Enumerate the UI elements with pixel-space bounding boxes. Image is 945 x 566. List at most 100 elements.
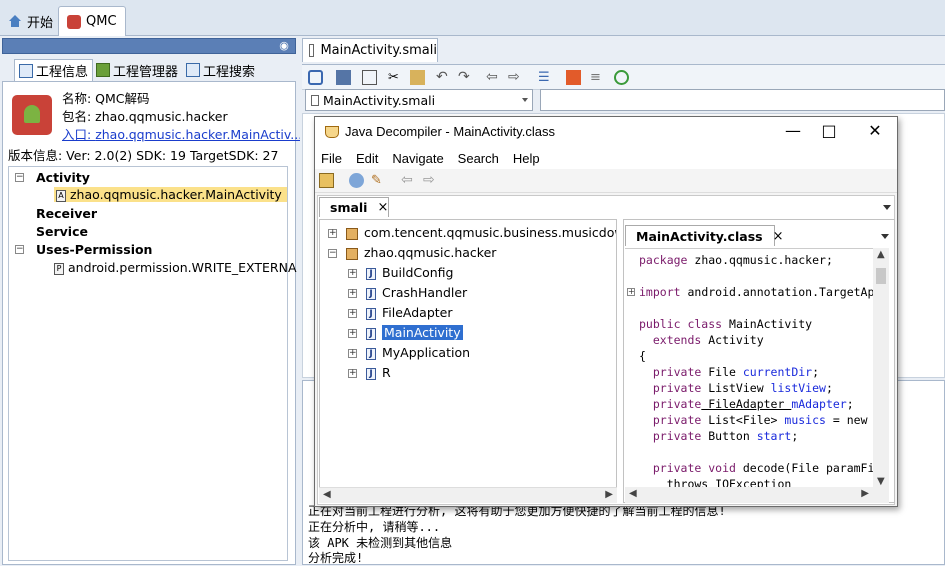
tree-permission-item[interactable]: Pandroid.permission.WRITE_EXTERNA [54, 260, 297, 275]
code-line: private List<File> musics = new [639, 413, 868, 427]
tab-list-icon[interactable] [881, 234, 889, 239]
package-name: 包名: zhao.qqmusic.hacker [62, 109, 228, 124]
close-button[interactable]: ✕ [863, 121, 887, 141]
code-text: File [701, 365, 743, 379]
tree-class-label: FileAdapter [382, 305, 453, 320]
activity-file-icon: A [56, 189, 66, 202]
list-icon[interactable]: ≡ [590, 70, 605, 85]
tree-class-mainactivity[interactable]: J MainActivity [366, 325, 463, 340]
tree-receiver[interactable]: Receiver [36, 206, 97, 221]
menu-help[interactable]: Help [513, 151, 540, 166]
expand-toggle[interactable]: + [328, 229, 337, 238]
file-selector[interactable]: MainActivity.smali [305, 89, 533, 111]
cut-icon[interactable]: ✂ [386, 70, 401, 85]
forward-icon[interactable]: ⇨ [508, 70, 523, 85]
undo-icon[interactable]: ↶ [436, 70, 451, 85]
member-selector[interactable] [540, 89, 945, 111]
tab-qmc[interactable]: QMC [58, 6, 126, 36]
console-line: 正在分析中, 请稍等... [308, 520, 441, 534]
tab-project-info[interactable]: 工程信息 [14, 59, 94, 81]
android-icon [96, 63, 110, 77]
tree-package-hacker[interactable]: zhao.qqmusic.hacker [346, 245, 496, 260]
tree-class-fileadapter[interactable]: J FileAdapter [366, 305, 453, 320]
paste-icon[interactable] [410, 70, 425, 85]
menu-edit[interactable]: Edit [356, 151, 378, 166]
code-text: MainActivity [722, 317, 813, 331]
expand-toggle[interactable]: + [348, 289, 357, 298]
code-package-kw: package [639, 253, 688, 267]
search-type-icon[interactable]: ✎ [371, 173, 386, 188]
decompiled-source[interactable]: package zhao.qqmusic.hacker; import andr… [625, 248, 889, 488]
scroll-up-icon[interactable]: ▲ [877, 249, 885, 260]
tree-class-r[interactable]: JR [366, 365, 391, 380]
entry-link[interactable]: zhao.qqmusic.hacker.MainActiv... [95, 127, 302, 142]
entry-line: 入口: zhao.qqmusic.hacker.MainActiv... [62, 124, 302, 143]
java-decompiler-window: Java Decompiler - MainActivity.class — □… [314, 116, 898, 507]
tab-project-search-label: 工程搜索 [203, 64, 256, 80]
open-type-icon[interactable] [349, 173, 364, 188]
tree-class-label: MyApplication [382, 345, 471, 360]
back-icon[interactable]: ⇦ [486, 70, 501, 85]
menu-file[interactable]: File [321, 151, 342, 166]
scroll-left-icon[interactable]: ◀ [323, 489, 331, 500]
expand-toggle[interactable]: + [348, 329, 357, 338]
close-icon[interactable]: × [377, 200, 388, 215]
expand-toggle[interactable]: + [348, 309, 357, 318]
save-icon[interactable] [336, 70, 351, 85]
tree-class-buildconfig[interactable]: J BuildConfig [366, 265, 453, 280]
menu-search[interactable]: Search [458, 151, 499, 166]
tree-service[interactable]: Service [36, 224, 88, 239]
menu-navigate[interactable]: Navigate [392, 151, 443, 166]
tab-mainactivity-smali[interactable]: MainActivity.smali [302, 38, 438, 62]
forward-icon[interactable]: ⇨ [423, 173, 438, 188]
chevron-down-icon [522, 98, 528, 102]
search-icon [186, 63, 200, 77]
package-icon [346, 227, 358, 240]
tab-smali[interactable]: smali × [319, 197, 389, 217]
tab-project-manager-label: 工程管理器 [113, 64, 179, 80]
scroll-down-icon[interactable]: ▼ [877, 476, 885, 487]
java-file-icon: J [366, 347, 376, 360]
tree-package-tencent[interactable]: com.tencent.qqmusic.business.musicdownlo [346, 225, 616, 240]
code-import-kw: import [639, 285, 681, 299]
scroll-thumb[interactable] [876, 268, 886, 284]
tree-activity-item[interactable]: Azhao.qqmusic.hacker.MainActivity [54, 187, 287, 202]
lock-icon[interactable] [308, 70, 323, 85]
java-file-icon: J [366, 367, 376, 380]
eye-icon[interactable]: ◉ [277, 40, 291, 52]
refresh-icon[interactable] [614, 70, 629, 85]
horizontal-scrollbar[interactable]: ◀ ▶ [625, 487, 889, 503]
file-tab-label: MainActivity.smali [320, 43, 437, 58]
collapse-toggle[interactable]: − [328, 249, 337, 258]
minimize-button[interactable]: — [781, 121, 805, 141]
tab-mainactivity-class[interactable]: MainActivity.class × [625, 225, 783, 246]
expand-toggle[interactable]: + [627, 288, 635, 296]
maximize-button[interactable]: □ [817, 121, 841, 141]
tab-start-label: 开始 [27, 15, 54, 31]
tree-class-myapplication[interactable]: J MyApplication [366, 345, 470, 360]
scroll-left-icon[interactable]: ◀ [629, 488, 637, 499]
back-icon[interactable]: ⇦ [401, 173, 416, 188]
tab-project-manager[interactable]: 工程管理器 [92, 59, 182, 81]
redo-icon[interactable]: ↷ [458, 70, 473, 85]
copy-icon[interactable] [362, 70, 377, 85]
scroll-right-icon[interactable]: ▶ [861, 488, 869, 499]
open-folder-icon[interactable] [319, 173, 334, 188]
close-icon[interactable]: × [773, 229, 784, 244]
collapse-toggle[interactable]: − [15, 245, 24, 254]
tree-uses-permission[interactable]: Uses-Permission [36, 242, 152, 257]
collapse-toggle[interactable]: − [15, 173, 24, 182]
tree-class-crashhandler[interactable]: J CrashHandler [366, 285, 467, 300]
java-icon[interactable] [566, 70, 581, 85]
expand-toggle[interactable]: + [348, 349, 357, 358]
vertical-scrollbar[interactable]: ▲ ▼ [873, 248, 889, 488]
format-icon[interactable]: ☰ [538, 70, 553, 85]
tab-list-icon[interactable] [883, 205, 891, 210]
tab-start[interactable]: 开始 [0, 6, 61, 36]
tree-activity[interactable]: Activity [36, 170, 90, 185]
expand-toggle[interactable]: + [348, 269, 357, 278]
scroll-right-icon[interactable]: ▶ [605, 489, 613, 500]
tab-project-search[interactable]: 工程搜索 [182, 59, 259, 81]
expand-toggle[interactable]: + [348, 369, 357, 378]
horizontal-scrollbar[interactable]: ◀ ▶ [319, 487, 617, 503]
